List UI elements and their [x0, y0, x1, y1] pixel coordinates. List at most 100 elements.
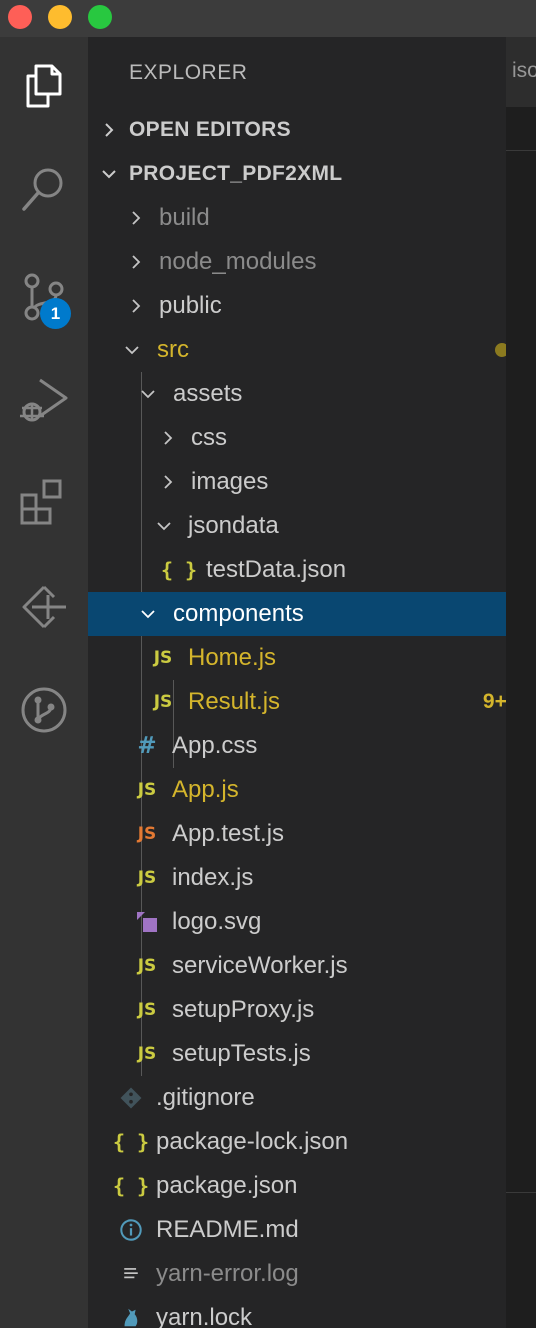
maximize-window-button[interactable]	[88, 5, 112, 29]
tree-item-label: public	[159, 292, 222, 319]
tree-item-serviceworker-js[interactable]: JS serviceWorker.js	[88, 944, 506, 988]
project-label: PROJECT_PDF2XML	[129, 162, 343, 185]
search-icon	[22, 168, 63, 211]
log-file-icon	[118, 1261, 144, 1287]
tree-item-readme-md[interactable]: README.md	[88, 1208, 506, 1252]
tree-item-components[interactable]: components	[88, 592, 506, 636]
tree-item-label: App.js	[172, 776, 239, 803]
tree-item-logo-svg[interactable]: logo.svg	[88, 900, 506, 944]
js-test-file-icon: JS	[137, 824, 157, 844]
git-graph-activity[interactable]	[0, 670, 88, 750]
chevron-down-icon	[141, 610, 155, 619]
tree-item-gitignore[interactable]: .gitignore	[88, 1076, 506, 1120]
tree-item-label: App.css	[172, 732, 258, 759]
tree-item-css[interactable]: css	[88, 416, 506, 460]
tree-item-label: package-lock.json	[156, 1128, 349, 1155]
tree-item-home-js[interactable]: JS Home.js 9+	[88, 636, 506, 680]
tree-item-label: serviceWorker.js	[172, 952, 348, 979]
tree-item-src[interactable]: src	[88, 328, 506, 372]
minimize-window-button[interactable]	[48, 5, 72, 29]
tree-item-label: css	[191, 424, 227, 451]
run-debug-activity[interactable]	[0, 360, 88, 440]
chevron-right-icon	[132, 211, 141, 225]
json-file-icon: { }	[160, 558, 198, 582]
chevron-right-icon	[164, 475, 173, 489]
tree-item-label: setupTests.js	[172, 1040, 311, 1067]
tree-item-package-json[interactable]: { } package.json	[88, 1164, 506, 1208]
source-control-badge: 1	[40, 298, 71, 329]
tree-item-label: Result.js	[188, 688, 281, 715]
tree-item-node-modules[interactable]: node_modules	[88, 240, 506, 284]
tree-item-label: Home.js	[188, 644, 277, 671]
sidebar-title: EXPLORER	[129, 61, 248, 84]
tree-item-jsondata[interactable]: jsondata	[88, 504, 506, 548]
chevron-down-icon	[102, 170, 116, 179]
tree-item-label: .gitignore	[156, 1084, 255, 1111]
editor-tab[interactable]: iso	[506, 37, 536, 107]
js-file-icon: JS	[137, 780, 157, 800]
files-icon	[26, 64, 62, 108]
tree-item-yarn-lock[interactable]: yarn.lock	[88, 1296, 506, 1328]
tree-item-label: build	[159, 204, 210, 231]
tree-item-app-js[interactable]: JS App.js 1	[88, 768, 506, 812]
project-section[interactable]: PROJECT_PDF2XML	[88, 152, 506, 196]
editor-tab-label: iso	[512, 59, 536, 82]
tree-item-assets[interactable]: assets	[88, 372, 506, 416]
tree-item-app-css[interactable]: # App.css	[88, 724, 506, 768]
tree-item-label: jsondata	[188, 512, 279, 539]
tree-item-label: package.json	[156, 1172, 298, 1199]
close-window-button[interactable]	[8, 5, 32, 29]
remote-explorer-activity[interactable]	[0, 567, 88, 647]
tree-item-images[interactable]: images	[88, 460, 506, 504]
open-editors-section[interactable]: OPEN EDITORS	[88, 108, 506, 152]
js-file-icon: JS	[137, 1000, 157, 1020]
tree-item-label: assets	[173, 380, 243, 407]
tree-item-app-test-js[interactable]: JS App.test.js	[88, 812, 506, 856]
tree-item-label: testData.json	[206, 556, 347, 583]
tree-item-index-js[interactable]: JS index.js	[88, 856, 506, 900]
tree-item-testdata-json[interactable]: { } testData.json	[88, 548, 506, 592]
svg-file-icon	[134, 909, 160, 935]
tree-item-label: node_modules	[159, 248, 317, 275]
explorer-sidebar: EXPLORER OPEN EDITORS PROJECT_PDF2XML bu…	[88, 37, 506, 1328]
tree-item-build[interactable]: build	[88, 196, 506, 240]
tree-item-package-lock-json[interactable]: { } package-lock.json	[88, 1120, 506, 1164]
chevron-right-icon	[105, 123, 114, 137]
extensions-icon	[20, 479, 62, 525]
tree-item-setupproxy-js[interactable]: JS setupProxy.js	[88, 988, 506, 1032]
tree-item-result-js[interactable]: JS Result.js 9+, M	[88, 680, 506, 724]
source-control-activity[interactable]: 1	[0, 257, 88, 337]
tree-item-label: index.js	[172, 864, 254, 891]
json-file-icon: { }	[112, 1174, 150, 1198]
chevron-down-icon	[157, 522, 171, 531]
yarn-icon	[118, 1305, 144, 1328]
divider	[506, 1192, 536, 1193]
js-file-icon: JS	[137, 868, 157, 888]
tree-item-public[interactable]: public	[88, 284, 506, 328]
js-file-icon: JS	[153, 648, 173, 668]
tree-item-label: yarn-error.log	[156, 1260, 299, 1287]
tree-item-yarn-error-log[interactable]: yarn-error.log	[88, 1252, 506, 1296]
tree-item-label: logo.svg	[172, 908, 262, 935]
tree-item-label: images	[191, 468, 269, 495]
css-file-icon: #	[137, 733, 157, 759]
chevron-right-icon	[132, 299, 141, 313]
extensions-activity[interactable]	[0, 461, 88, 541]
js-file-icon: JS	[137, 956, 157, 976]
info-icon	[118, 1217, 144, 1243]
explorer-activity[interactable]	[0, 46, 88, 126]
problems-badge: 9+, M	[482, 690, 506, 713]
modified-dot	[495, 343, 506, 357]
tree-item-label: setupProxy.js	[172, 996, 315, 1023]
remote-icon	[22, 585, 66, 629]
tree-item-setuptests-js[interactable]: JS setupTests.js	[88, 1032, 506, 1076]
editor-area: iso	[506, 37, 536, 1328]
js-file-icon: JS	[137, 1044, 157, 1064]
search-activity[interactable]	[0, 149, 88, 229]
chevron-down-icon	[125, 346, 139, 355]
tree-item-label: App.test.js	[172, 820, 285, 847]
title-bar	[0, 0, 536, 37]
tree-item-label: yarn.lock	[156, 1304, 253, 1328]
git-graph-icon	[21, 687, 67, 733]
chevron-right-icon	[164, 431, 173, 445]
